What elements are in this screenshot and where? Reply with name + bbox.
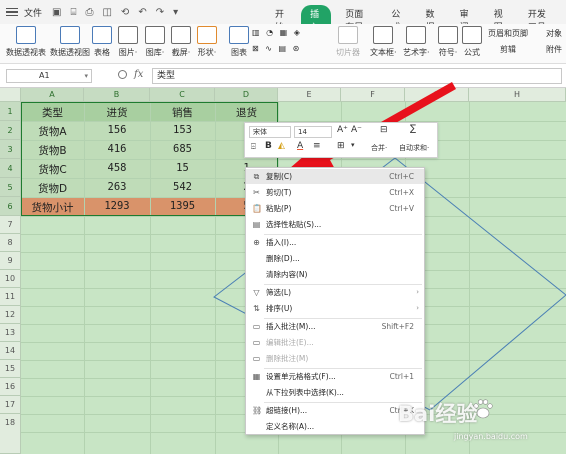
merge-button[interactable]: 合并·	[371, 143, 387, 153]
shrink-font-icon[interactable]: A⁻	[351, 125, 362, 135]
comment-icon: ▭	[252, 322, 261, 331]
font-color-icon[interactable]: A	[297, 141, 303, 151]
submenu-arrow-icon: ›	[416, 304, 419, 312]
copy-icon: ⧉	[253, 172, 260, 181]
menu-item-clear[interactable]: 清除内容(N)	[246, 267, 424, 282]
paste-icon: 📋	[252, 204, 262, 213]
watermark-url: jingyan.baidu.com	[454, 432, 528, 441]
menu-item-sort[interactable]: ⇅ 排序(U) ›	[246, 301, 424, 316]
border-icon[interactable]: ⊞	[337, 141, 345, 151]
autosum-button[interactable]: 自动求和·	[399, 143, 429, 153]
scissors-icon: ✂	[253, 188, 260, 197]
context-menu: ⧉ 复制(C) Ctrl+C ✂ 剪切(T) Ctrl+X 📋 粘贴(P) Ctrl+V ▤…	[245, 167, 425, 435]
grow-font-icon[interactable]: A⁺	[337, 125, 348, 135]
sort-icon: ⇅	[253, 304, 260, 313]
edit-comment-icon: ▭	[252, 338, 261, 347]
filter-icon: ▽	[253, 288, 260, 297]
format-painter-icon[interactable]: ⌹	[251, 142, 256, 152]
font-select[interactable]: 宋体	[249, 126, 291, 138]
paste-special-icon: ▤	[252, 220, 261, 229]
menu-item-delete[interactable]: 删除(D)...	[246, 251, 424, 266]
fill-color-icon[interactable]: ◭	[278, 141, 285, 151]
menu-item-delete-comment[interactable]: ▭ 删除批注(M)	[246, 351, 424, 366]
sum-icon[interactable]: ∑	[410, 124, 416, 134]
insert-icon: ⊕	[253, 238, 260, 247]
menu-item-cut[interactable]: ✂ 剪切(T) Ctrl+X	[246, 185, 424, 200]
bold-button[interactable]: B	[265, 141, 272, 151]
mini-toolbar: 宋体 14 A⁺ A⁻ ⌹ B ◭ A ≡ ⊞ ▾ ⊟ 合并· ∑ 自动求和·	[244, 122, 438, 158]
submenu-arrow-icon: ›	[416, 288, 419, 296]
menu-item-edit-comment[interactable]: ▭ 编辑批注(E)...	[246, 335, 424, 350]
link-icon: ⛓	[252, 406, 263, 415]
delete-comment-icon: ▭	[252, 354, 261, 363]
menu-item-paste-special[interactable]: ▤ 选择性粘贴(S)...	[246, 217, 424, 232]
merge-icon[interactable]: ⊟	[380, 125, 388, 135]
menu-item-format-cells[interactable]: ▦ 设置单元格格式(F)... Ctrl+1	[246, 369, 424, 384]
menu-item-paste[interactable]: 📋 粘贴(P) Ctrl+V	[246, 201, 424, 216]
menu-item-insert[interactable]: ⊕ 插入(I)...	[246, 235, 424, 250]
watermark: Bai经验	[398, 402, 478, 426]
align-icon[interactable]: ≡	[313, 141, 321, 151]
menu-item-copy[interactable]: ⧉ 复制(C) Ctrl+C	[246, 169, 424, 184]
format-cells-icon: ▦	[252, 372, 261, 381]
border-dropdown-icon[interactable]: ▾	[351, 141, 355, 149]
font-size-select[interactable]: 14	[294, 126, 332, 138]
menu-item-filter[interactable]: ▽ 筛选(L) ›	[246, 285, 424, 300]
menu-item-insert-comment[interactable]: ▭ 插入批注(M)... Shift+F2	[246, 319, 424, 334]
